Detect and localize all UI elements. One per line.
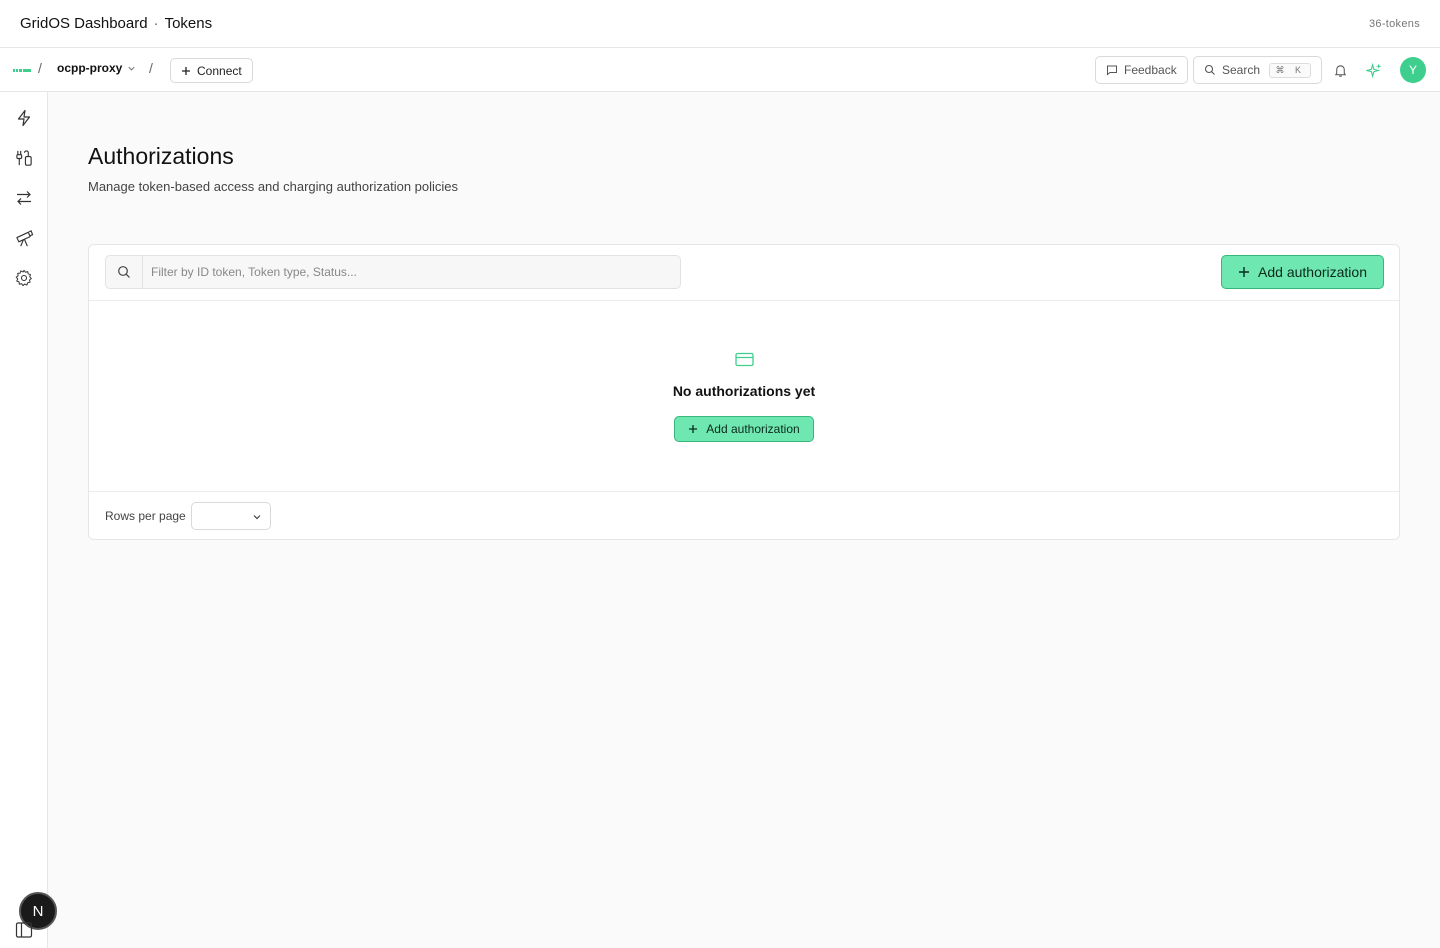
- chevron-down-icon: [128, 66, 135, 71]
- rows-per-page-label: Rows per page: [105, 509, 186, 523]
- window-tag: 36-tokens: [1368, 18, 1420, 30]
- project-selector[interactable]: ocpp-proxy: [57, 61, 136, 75]
- sparkle-icon[interactable]: [1364, 60, 1384, 80]
- telescope-icon: [15, 229, 33, 246]
- add-authorization-button[interactable]: Add authorization: [1221, 255, 1384, 289]
- rows-per-page-select[interactable]: [191, 502, 271, 530]
- connectors-icon: [15, 149, 32, 166]
- search-shortcut: ⌘ K: [1269, 62, 1311, 78]
- search-icon: [106, 256, 143, 288]
- empty-add-authorization-label: Add authorization: [706, 422, 800, 436]
- filter-box: [105, 255, 681, 289]
- sidebar: [0, 92, 48, 948]
- sidebar-item-transactions[interactable]: [12, 186, 36, 210]
- app-title: GridOS Dashboard: [20, 15, 148, 32]
- filter-input[interactable]: [143, 256, 680, 288]
- title-separator: ·: [153, 15, 159, 32]
- search-label: Search: [1222, 63, 1261, 77]
- lightning-icon: [17, 109, 31, 127]
- feedback-label: Feedback: [1124, 63, 1177, 77]
- breadcrumb-separator: /: [149, 60, 153, 76]
- connect-button[interactable]: Connect: [170, 58, 253, 83]
- connect-label: Connect: [197, 63, 242, 78]
- section-title: Tokens: [164, 15, 213, 32]
- message-icon: [1107, 65, 1117, 76]
- sidebar-item-settings[interactable]: [12, 266, 36, 290]
- window-title: GridOS Dashboard · Tokens: [20, 15, 212, 32]
- feedback-button[interactable]: Feedback: [1095, 56, 1188, 84]
- page-subtitle: Manage token-based access and charging a…: [88, 179, 459, 194]
- card-toolbar: Add authorization: [89, 245, 1399, 301]
- plus-icon: [1239, 267, 1250, 277]
- logo-icon[interactable]: [13, 67, 31, 73]
- sidebar-item-overview[interactable]: [12, 106, 36, 130]
- sidebar-item-monitoring[interactable]: [12, 226, 36, 250]
- search-button[interactable]: Search ⌘ K: [1193, 56, 1322, 84]
- breadcrumb-separator: /: [38, 60, 42, 76]
- project-name: ocpp-proxy: [57, 61, 123, 75]
- plus-icon: [182, 66, 190, 75]
- credit-card-icon: [735, 352, 754, 367]
- title-bar: GridOS Dashboard · Tokens 36-tokens: [0, 0, 1440, 48]
- search-icon: [1204, 64, 1215, 75]
- bell-icon[interactable]: [1330, 60, 1350, 80]
- empty-state-message: No authorizations yet: [672, 383, 816, 399]
- add-authorization-label: Add authorization: [1258, 264, 1367, 280]
- pagination-bar: Rows per page: [89, 491, 1399, 539]
- sidebar-item-connectors[interactable]: [12, 146, 36, 170]
- empty-add-authorization-button[interactable]: Add authorization: [674, 416, 814, 442]
- gear-icon: [15, 269, 32, 287]
- plus-icon: [689, 425, 698, 433]
- top-nav: / ocpp-proxy / Connect Feedback Search ⌘…: [0, 48, 1440, 92]
- transfer-icon: [17, 191, 31, 205]
- user-avatar[interactable]: Y: [1400, 57, 1426, 83]
- sidebar-toggle-icon[interactable]: [15, 921, 33, 939]
- page-title: Authorizations: [88, 143, 234, 169]
- authorizations-card: Add authorization No authorizations yet …: [88, 244, 1400, 540]
- chevron-down-icon: [253, 515, 261, 520]
